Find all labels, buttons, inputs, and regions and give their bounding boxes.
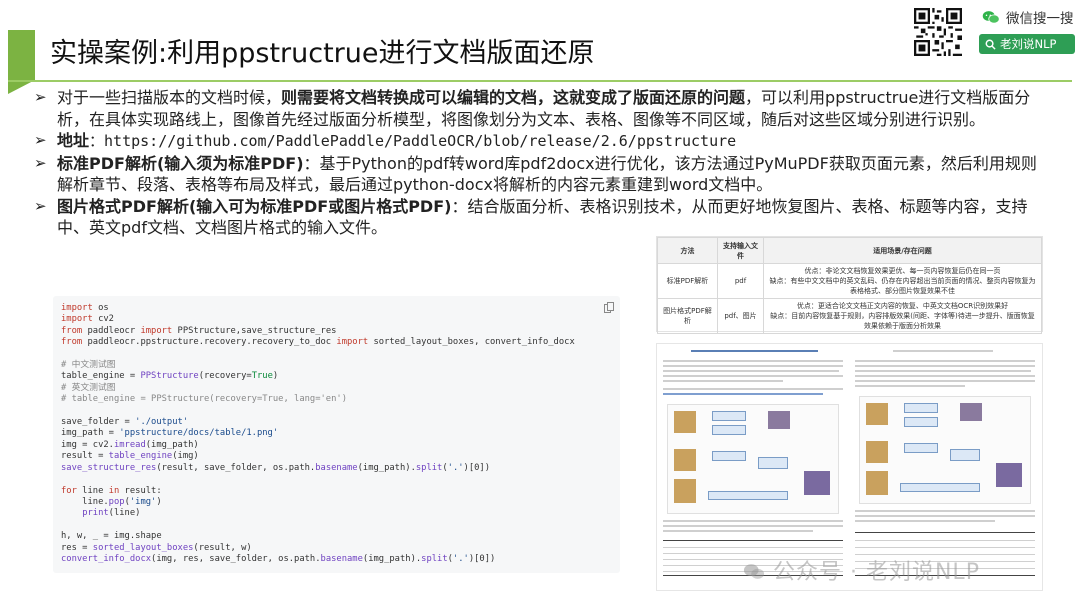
table-cell: 优点：非论文文档恢复效果更优、每一页内容恢复后仍在同一页 缺点：有些中文文档中的…	[763, 263, 1042, 299]
arrow-bullet-icon: ➢	[34, 196, 47, 215]
page-title: 实操案例:利用ppstructrue进行文档版面还原	[50, 38, 595, 69]
code-block: import os import cv2 from paddleocr impo…	[53, 296, 620, 573]
table-cell: pdf、图片	[717, 298, 764, 334]
wechat-search-label: 微信搜一搜	[1006, 11, 1074, 27]
arrow-bullet-icon: ➢	[34, 88, 47, 106]
table-cell-pro: 优点：非论文文档恢复效果更优、每一页内容恢复后仍在同一页	[804, 267, 1001, 275]
bullet-bold-text: 标准PDF解析(输入须为标准PDF)	[57, 153, 304, 173]
table-cell: pdf	[717, 263, 764, 299]
code-content: import os import cv2 from paddleocr impo…	[61, 303, 575, 564]
figure-thumbnail	[667, 404, 839, 514]
table-cell-con: 缺点：有些中文文档中的英文乱码、仍存在内容超出当前页面的情况、整页内容恢复为表格…	[769, 277, 1036, 295]
table-cell: 图片格式PDF解析	[657, 298, 718, 334]
method-comparison-table: 方法 支持输入文件 适用场景/存在问题 标准PDF解析 pdf 优点：非论文文档…	[656, 236, 1043, 334]
watermark: 公众号 · 老刘说NLP	[743, 554, 980, 586]
table-cell-con: 缺点：目前内容恢复基于规则，内容排版效果(间距、字体等)待进一步提升、版面恢复效…	[770, 312, 1035, 330]
watermark-text: 公众号 · 老刘说NLP	[773, 560, 980, 585]
table-cell: 标准PDF解析	[657, 263, 718, 299]
table-header-row: 方法 支持输入文件 适用场景/存在问题	[657, 237, 1042, 264]
title-divider	[8, 80, 1072, 82]
bullet-text: 对于一些扫描版本的文档时候，	[57, 88, 282, 107]
search-icon	[985, 39, 996, 50]
wechat-search[interactable]: 微信搜一搜	[982, 7, 1074, 27]
table-row: 标准PDF解析 pdf 优点：非论文文档恢复效果更优、每一页内容恢复后仍在同一页…	[657, 263, 1042, 299]
arrow-bullet-icon: ➢	[34, 131, 47, 149]
table-header-cell: 适用场景/存在问题	[763, 237, 1042, 264]
qr-code-icon	[914, 8, 962, 56]
arrow-bullet-icon: ➢	[34, 153, 47, 172]
table-row: 图片格式PDF解析 pdf、图片 优点：更适合论文文档正文内容的恢复、中英文文档…	[657, 298, 1042, 334]
bullet-item: ➢ 标准PDF解析(输入须为标准PDF)：基于Python的pdf转word库p…	[34, 153, 1044, 196]
bullet-bold-text: 地址	[57, 131, 90, 150]
table-header-cell: 支持输入文件	[717, 237, 764, 264]
copy-icon[interactable]	[604, 302, 614, 313]
table-header-cell: 方法	[657, 237, 718, 264]
bullet-item: ➢ 地址：https://github.com/PaddlePaddle/Pad…	[34, 130, 1044, 153]
wechat-icon	[982, 10, 1000, 23]
title-accent-tab	[8, 30, 35, 94]
figure-thumbnail	[859, 396, 1031, 504]
slide: 实操案例:利用ppstructrue进行文档版面还原 微信搜一搜 老刘说NLP …	[0, 0, 1080, 611]
bullet-list: ➢ 对于一些扫描版本的文档时候，则需要将文档转换成可以编辑的文档，这就变成了版面…	[34, 87, 1044, 239]
bullet-bold-text: 则需要将文档转换成可以编辑的文档，这就变成了版面还原的问题	[281, 88, 746, 107]
account-name: 老刘说NLP	[1000, 37, 1057, 51]
account-search-button[interactable]: 老刘说NLP	[979, 34, 1075, 54]
table-cell: 优点：更适合论文文档正文内容的恢复、中英文文档OCR识别效果好 缺点：目前内容恢…	[763, 298, 1042, 334]
bullet-item: ➢ 图片格式PDF解析(输入可为标准PDF或图片格式PDF)：结合版面分析、表格…	[34, 196, 1044, 239]
wechat-icon	[743, 564, 765, 579]
bullet-bold-text: 图片格式PDF解析(输入可为标准PDF或图片格式PDF)	[57, 196, 452, 216]
repo-url-link[interactable]: ：https://github.com/PaddlePaddle/PaddleO…	[89, 132, 736, 150]
table-cell-pro: 优点：更适合论文文档正文内容的恢复、中英文文档OCR识别效果好	[796, 302, 1009, 310]
bullet-item: ➢ 对于一些扫描版本的文档时候，则需要将文档转换成可以编辑的文档，这就变成了版面…	[34, 87, 1044, 130]
